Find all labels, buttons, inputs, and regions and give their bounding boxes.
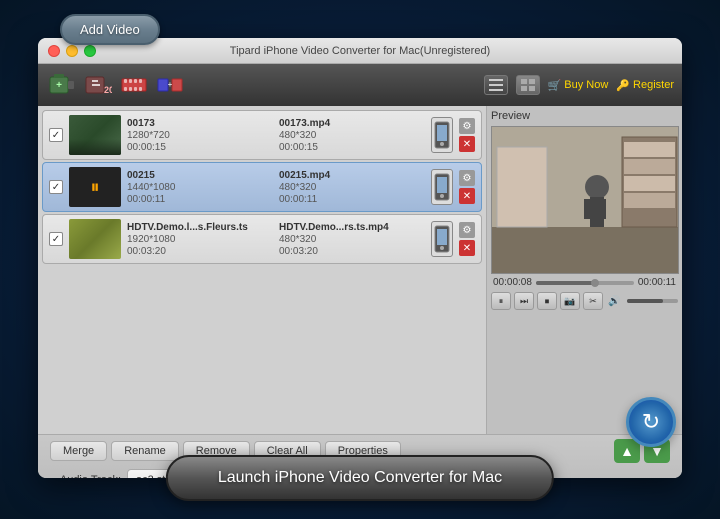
clip-button[interactable]: ✂ — [583, 292, 603, 310]
svg-text:+: + — [56, 80, 62, 91]
register-button[interactable]: 🔑 Register — [616, 79, 674, 92]
file-output-1: 00173.mp4 480*320 00:00:15 — [279, 118, 425, 153]
file-item-3: HDTV.Demo.l...s.Fleurs.ts 1920*1080 00:0… — [42, 214, 482, 264]
preview-time-current: 00:00:08 — [493, 277, 532, 288]
convert-icon: ↻ — [642, 409, 660, 435]
file-thumbnail-3 — [69, 219, 121, 259]
window-title: Tipard iPhone Video Converter for Mac(Un… — [230, 45, 490, 57]
audio-track-label: Audio Track: — [46, 474, 121, 478]
add-video-button[interactable]: Add Video — [60, 14, 160, 45]
list-view-button[interactable] — [484, 75, 508, 95]
minimize-button[interactable] — [66, 45, 78, 57]
file-actions-1: ⚙ ✕ — [459, 118, 475, 152]
pause-button[interactable]: ⏸ — [491, 292, 511, 310]
device-icon-2 — [431, 169, 453, 205]
preview-scene — [492, 127, 678, 273]
svg-text:+: + — [168, 80, 173, 89]
file-item-2: ⏸ 00215 1440*1080 00:00:11 00215.mp4 480… — [42, 162, 482, 212]
volume-icon: 🔊 — [608, 296, 620, 307]
close-button[interactable] — [48, 45, 60, 57]
cart-icon: 🛒 — [548, 79, 562, 92]
file-checkbox-1[interactable] — [49, 128, 63, 142]
buy-button[interactable]: 🛒 Buy Now — [548, 79, 609, 92]
file-settings-button-1[interactable]: ⚙ — [459, 118, 475, 134]
main-window: Tipard iPhone Video Converter for Mac(Un… — [38, 38, 682, 478]
toolbar: + 20 — [38, 64, 682, 106]
filmstrip-icon[interactable] — [118, 69, 150, 101]
edit-icon[interactable]: 20 — [82, 69, 114, 101]
file-info-1: 00173 1280*720 00:00:15 — [127, 118, 273, 153]
device-icon-1 — [431, 117, 453, 153]
file-thumbnail-2: ⏸ — [69, 167, 121, 207]
screenshot-button[interactable]: 📷 — [560, 292, 580, 310]
stop-button[interactable]: ⏹ — [537, 292, 557, 310]
file-info-2: 00215 1440*1080 00:00:11 — [127, 170, 273, 205]
preview-panel: Preview — [486, 106, 682, 434]
file-actions-3: ⚙ ✕ — [459, 222, 475, 256]
file-checkbox-3[interactable] — [49, 232, 63, 246]
pause-icon: ⏸ — [91, 177, 100, 198]
window-controls — [48, 45, 96, 57]
file-remove-button-2[interactable]: ✕ — [459, 188, 475, 204]
preview-progress-bar[interactable] — [536, 281, 634, 285]
maximize-button[interactable] — [84, 45, 96, 57]
file-info-3: HDTV.Demo.l...s.Fleurs.ts 1920*1080 00:0… — [127, 222, 273, 257]
volume-slider[interactable] — [627, 299, 678, 303]
file-output-2: 00215.mp4 480*320 00:00:11 — [279, 170, 425, 205]
file-thumbnail-1 — [69, 115, 121, 155]
content-area: 00173 1280*720 00:00:15 00173.mp4 480*32… — [38, 106, 682, 434]
file-list: 00173 1280*720 00:00:15 00173.mp4 480*32… — [38, 106, 486, 434]
convert-button[interactable]: ↻ — [626, 397, 676, 447]
file-remove-button-3[interactable]: ✕ — [459, 240, 475, 256]
rename-button[interactable]: Rename — [111, 441, 179, 461]
file-actions-2: ⚙ ✕ — [459, 170, 475, 204]
add-video-icon[interactable]: + — [46, 69, 78, 101]
file-settings-button-3[interactable]: ⚙ — [459, 222, 475, 238]
device-icon-3 — [431, 221, 453, 257]
playback-controls: ⏸ ⏭ ⏹ 📷 ✂ 🔊 — [491, 292, 678, 310]
merge-button[interactable]: Merge — [50, 441, 107, 461]
file-checkbox-2[interactable] — [49, 180, 63, 194]
merge-icon[interactable]: + — [154, 69, 186, 101]
file-output-3: HDTV.Demo...rs.ts.mp4 480*320 00:03:20 — [279, 222, 425, 257]
file-remove-button-1[interactable]: ✕ — [459, 136, 475, 152]
launch-button[interactable]: Launch iPhone Video Converter for Mac — [166, 455, 554, 501]
preview-video — [491, 126, 679, 274]
preview-progress-fill — [536, 281, 595, 285]
key-icon: 🔑 — [616, 79, 630, 92]
file-settings-button-2[interactable]: ⚙ — [459, 170, 475, 186]
toolbar-right: 🛒 Buy Now 🔑 Register — [484, 75, 674, 95]
next-button[interactable]: ⏭ — [514, 292, 534, 310]
preview-label: Preview — [491, 110, 678, 122]
thumb-view-button[interactable] — [516, 75, 540, 95]
file-item: 00173 1280*720 00:00:15 00173.mp4 480*32… — [42, 110, 482, 160]
preview-time-total: 00:00:11 — [638, 277, 676, 288]
svg-text:20: 20 — [104, 85, 112, 95]
